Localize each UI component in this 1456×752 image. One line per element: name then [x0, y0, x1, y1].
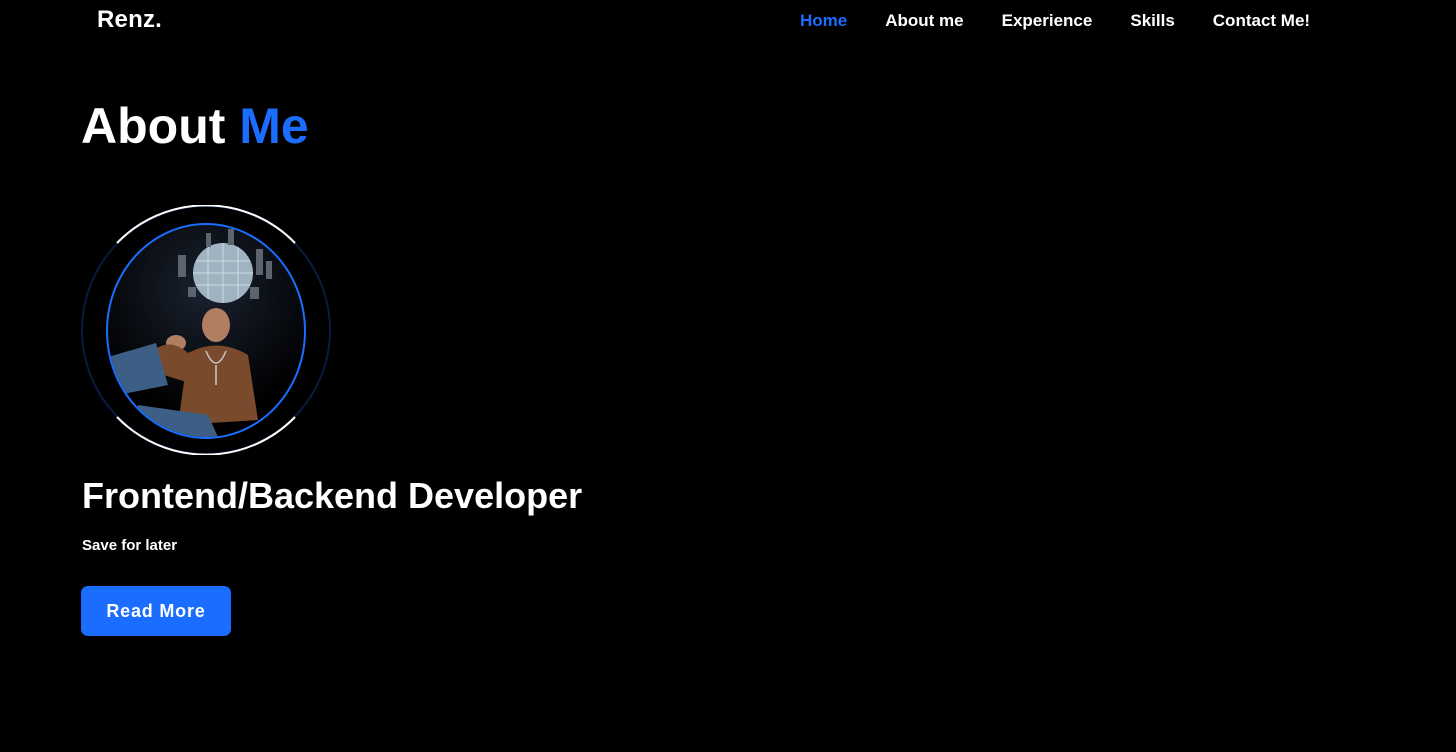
section-title: About Me	[81, 96, 309, 156]
logo-dot: .	[155, 6, 163, 33]
nav-about-link[interactable]: About me	[885, 11, 963, 31]
page: Renz. Home About me Experience Skills Co…	[0, 0, 1456, 752]
nav-experience-link[interactable]: Experience	[1002, 11, 1093, 31]
site-logo[interactable]: Renz.	[97, 6, 162, 34]
main-nav: Home About me Experience Skills Contact …	[800, 11, 1310, 31]
section-title-accent: Me	[239, 98, 309, 154]
role-title: Frontend/Backend Developer	[82, 475, 583, 516]
read-more-button[interactable]: Read More	[81, 586, 231, 636]
tagline-text: Save for later	[82, 537, 178, 554]
section-title-main: About	[81, 98, 240, 154]
profile-avatar	[81, 205, 331, 455]
nav-home-link[interactable]: Home	[800, 11, 847, 31]
logo-text: Renz	[97, 6, 156, 33]
profile-photo	[106, 223, 306, 439]
nav-skills-link[interactable]: Skills	[1130, 11, 1174, 31]
nav-contact-link[interactable]: Contact Me!	[1213, 11, 1310, 31]
